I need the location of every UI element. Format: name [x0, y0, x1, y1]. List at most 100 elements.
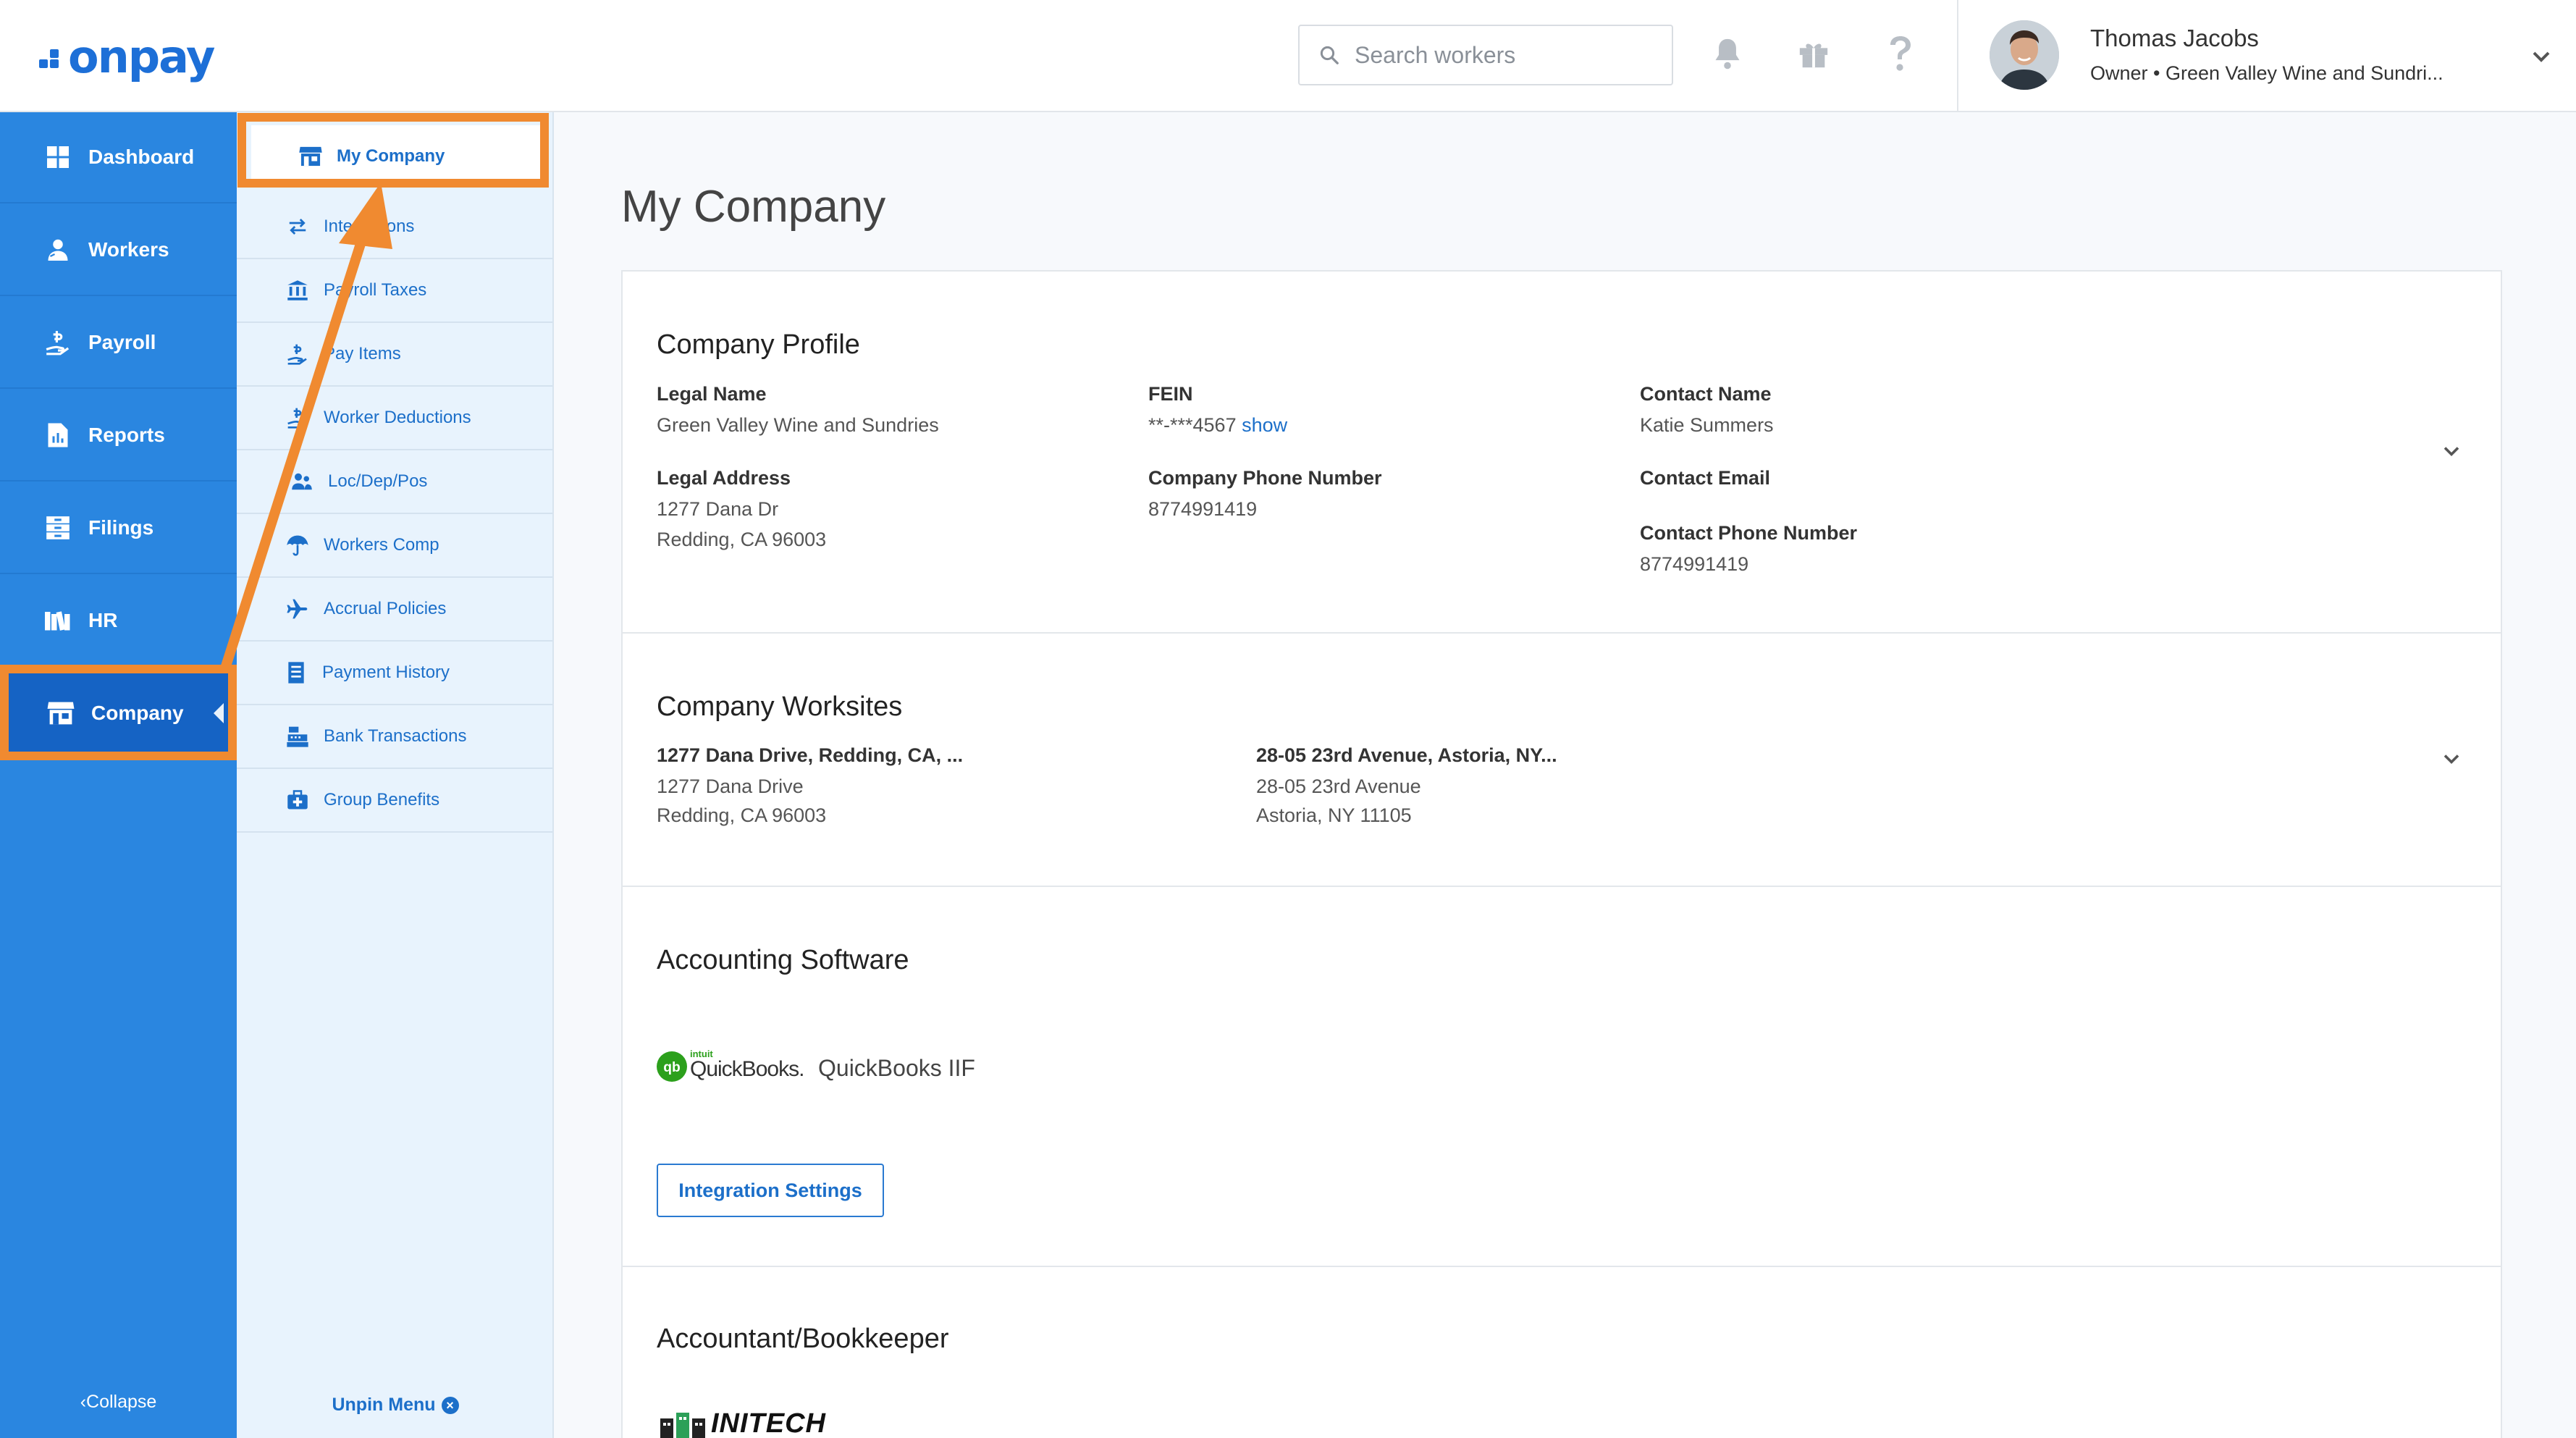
chevron-down-icon[interactable]: [2527, 42, 2556, 71]
company-worksites-section: Company Worksites 1277 Dana Drive, Reddi…: [623, 634, 2501, 887]
hr-icon: [43, 606, 72, 635]
umbrella-icon: [285, 532, 311, 558]
software-name: QuickBooks IIF: [818, 1055, 975, 1081]
medical-kit-icon: [285, 787, 311, 813]
company-submenu: My Company Integrations Payroll Taxes Pa…: [237, 112, 554, 1438]
fein-value: **-***4567 show: [1148, 414, 1288, 436]
payroll-icon: [285, 405, 311, 431]
user-name[interactable]: Thomas Jacobs: [2090, 25, 2259, 52]
nav-item-dashboard[interactable]: Dashboard: [0, 112, 237, 203]
subnav-label: Accrual Policies: [324, 599, 447, 618]
section-title: Accountant/Bookkeeper: [657, 1324, 949, 1354]
section-title: Company Profile: [657, 329, 860, 360]
section-title: Accounting Software: [657, 945, 909, 975]
subnav-item-payroll-taxes[interactable]: Payroll Taxes: [237, 259, 552, 323]
initech-building-icon: [660, 1412, 705, 1438]
nav-item-payroll[interactable]: Payroll: [0, 298, 237, 389]
subnav-label: Group Benefits: [324, 790, 440, 810]
search-box[interactable]: [1298, 25, 1673, 85]
payroll-icon: [43, 328, 72, 357]
subnav-label: Payroll Taxes: [324, 280, 427, 300]
subnav-label: Workers Comp: [324, 535, 439, 555]
subnav-label: My Company: [337, 146, 445, 166]
subnav-item-payment-history[interactable]: Payment History: [237, 642, 552, 705]
subnav-item-integrations[interactable]: Integrations: [237, 195, 552, 259]
worksite-name: 1277 Dana Drive, Redding, CA, ...: [657, 744, 964, 766]
svg-text:qb: qb: [663, 1060, 681, 1075]
quickbooks-logo: qb intuit QuickBooks.: [657, 1049, 804, 1082]
store-icon: [46, 699, 75, 728]
nav-label: HR: [88, 609, 118, 631]
onpay-logo[interactable]: onpay: [39, 28, 215, 85]
nav-item-reports[interactable]: Reports: [0, 390, 237, 482]
chevron-down-icon[interactable]: [2438, 438, 2465, 464]
worksite-line1: 1277 Dana Drive: [657, 775, 804, 797]
search-icon: [1320, 46, 1339, 64]
active-caret-icon: [214, 703, 224, 723]
integration-settings-button[interactable]: Integration Settings: [657, 1164, 884, 1217]
subnav-item-workers-comp[interactable]: Workers Comp: [237, 514, 552, 578]
company-card: Company Profile Legal Name Green Valley …: [621, 270, 2502, 1438]
user-divider: [1957, 0, 1958, 112]
dashboard-icon: [43, 143, 72, 172]
gift-icon[interactable]: [1792, 32, 1835, 75]
worksite-line1: 28-05 23rd Avenue: [1256, 775, 1421, 797]
nav-item-workers[interactable]: Workers: [0, 205, 237, 296]
chevron-down-icon[interactable]: [2438, 746, 2465, 772]
filings-icon: [43, 513, 72, 542]
legal-address-line1: 1277 Dana Dr: [657, 498, 779, 520]
main-nav: Dashboard Workers Payroll Reports Filing…: [0, 112, 237, 1438]
subnav-item-my-company[interactable]: My Company: [251, 125, 547, 188]
subnav-item-accrual-policies[interactable]: Accrual Policies: [237, 578, 552, 642]
contact-email-label: Contact Email: [1640, 467, 1771, 489]
worksite-line2: Astoria, NY 11105: [1256, 804, 1412, 826]
contact-phone-label: Contact Phone Number: [1640, 522, 1858, 544]
subnav-label: Integrations: [324, 216, 415, 236]
nav-item-company[interactable]: Company: [0, 668, 237, 760]
avatar[interactable]: [1990, 20, 2059, 90]
subnav-item-bank-transactions[interactable]: Bank Transactions: [237, 705, 552, 769]
workers-icon: [43, 235, 72, 264]
search-input[interactable]: [1355, 41, 1644, 69]
worksite-line2: Redding, CA 96003: [657, 804, 827, 826]
company-phone-label: Company Phone Number: [1148, 467, 1382, 489]
subnav-item-worker-deductions[interactable]: Worker Deductions: [237, 387, 552, 450]
subnav-label: Payment History: [322, 663, 450, 682]
nav-label: Payroll: [88, 331, 156, 353]
people-icon: [289, 468, 315, 495]
accountant-section: Accountant/Bookkeeper INITECH: [623, 1267, 2501, 1438]
accounting-software-section: Accounting Software qb intuit QuickBooks…: [623, 887, 2501, 1267]
plane-icon: [285, 596, 311, 622]
subnav-label: Worker Deductions: [324, 408, 471, 427]
help-icon[interactable]: [1879, 32, 1922, 75]
fein-show-link[interactable]: show: [1242, 414, 1287, 436]
unpin-menu-button[interactable]: Unpin Menu ×: [237, 1395, 554, 1416]
store-icon: [298, 143, 324, 169]
nav-item-filings[interactable]: Filings: [0, 483, 237, 574]
company-profile-section: Company Profile Legal Name Green Valley …: [623, 272, 2501, 634]
cash-register-icon: [285, 723, 311, 749]
top-bar: onpay Thomas Jacobs Owner • Green Valley…: [0, 0, 2576, 112]
payroll-icon: [285, 341, 311, 367]
bell-icon[interactable]: [1706, 32, 1749, 75]
legal-address-line2: Redding, CA 96003: [657, 529, 827, 550]
swap-arrows-icon: [285, 214, 311, 240]
nav-label: Dashboard: [88, 146, 195, 168]
legal-name-value: Green Valley Wine and Sundries: [657, 414, 939, 436]
worksite-name: 28-05 23rd Avenue, Astoria, NY...: [1256, 744, 1557, 766]
logo-text: onpay: [68, 30, 215, 83]
list-icon: [283, 660, 309, 686]
user-role-company[interactable]: Owner • Green Valley Wine and Sundri...: [2090, 62, 2444, 85]
initech-logo: INITECH: [659, 1408, 826, 1438]
quickbooks-icon: qb: [657, 1051, 687, 1082]
nav-label: Reports: [88, 424, 165, 446]
subnav-label: Loc/Dep/Pos: [328, 471, 428, 491]
contact-name-value: Katie Summers: [1640, 414, 1774, 436]
subnav-item-loc-dep-pos[interactable]: Loc/Dep/Pos: [237, 450, 552, 514]
subnav-item-pay-items[interactable]: Pay Items: [237, 323, 552, 387]
nav-item-hr[interactable]: HR: [0, 576, 237, 667]
collapse-button[interactable]: ‹Collapse: [0, 1392, 237, 1413]
subnav-item-group-benefits[interactable]: Group Benefits: [237, 769, 552, 833]
chevron-left-icon: ‹: [80, 1392, 87, 1412]
nav-label: Filings: [88, 516, 154, 539]
